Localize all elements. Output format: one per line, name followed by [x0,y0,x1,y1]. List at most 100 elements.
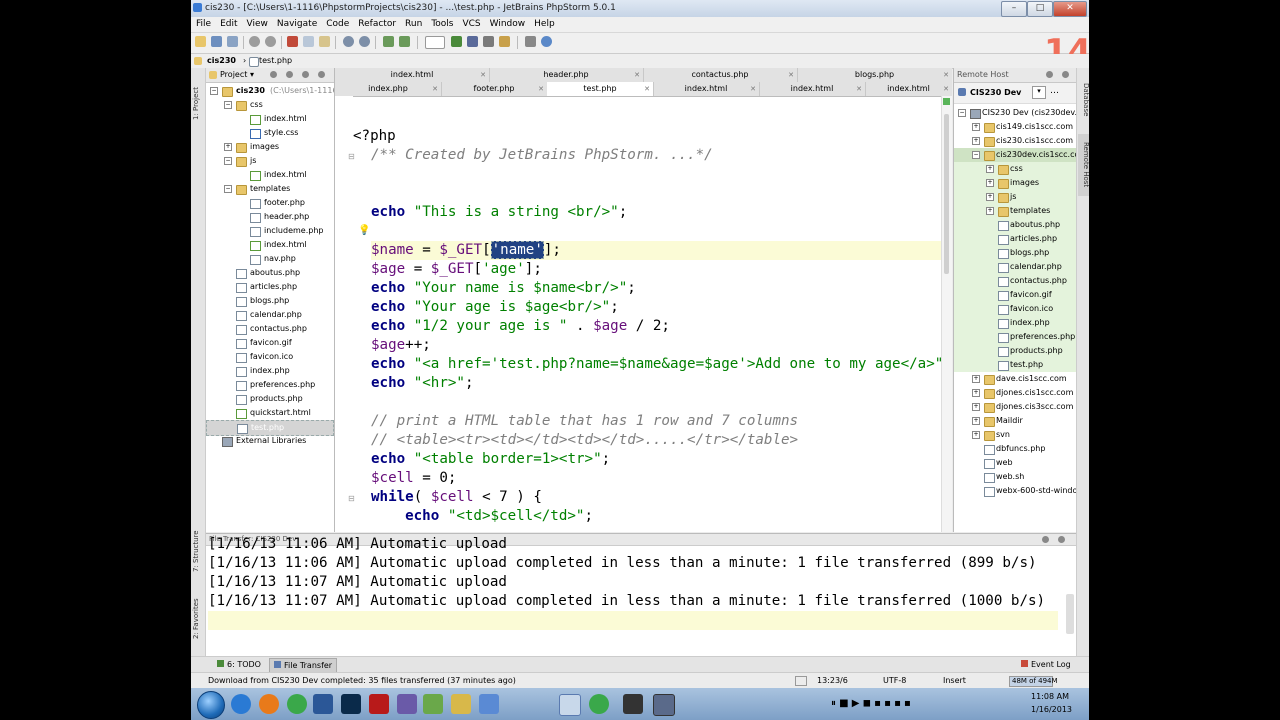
menu-vcs[interactable]: VCS [457,17,484,29]
remote-tree-item[interactable]: preferences.php [954,330,1077,344]
remote-tree-item[interactable]: + djones.cis1scc.com [954,386,1077,400]
gear-icon[interactable] [1046,71,1053,78]
collapse-icon[interactable]: − [224,185,232,193]
project-tree-item[interactable]: index.html [206,168,334,182]
flash-icon[interactable] [369,694,389,714]
project-tree-item[interactable]: − js [206,154,334,168]
hide-icon[interactable] [1058,536,1065,543]
chevron-down-icon[interactable]: ▾ [250,70,254,79]
editor-tab[interactable]: index.php ✕ [335,82,442,96]
log-scrollbar[interactable] [1066,594,1074,634]
remote-tree-item[interactable]: + djones.cis3scc.com [954,400,1077,414]
remote-tree-item[interactable]: articles.php [954,232,1077,246]
forward-icon[interactable] [399,36,410,47]
code-line[interactable] [371,184,944,203]
remote-tree-item[interactable]: − CIS230 Dev (cis230dev.cis1scc [954,106,1077,120]
settings-icon[interactable] [525,36,536,47]
phpstorm-task-icon[interactable] [653,694,675,716]
close-tab-icon[interactable]: ✕ [480,68,486,82]
close-tab-icon[interactable]: ✕ [856,82,862,96]
menu-navigate[interactable]: Navigate [272,17,321,29]
run-icon[interactable] [451,36,462,47]
project-tree-item[interactable]: includeme.php [206,224,334,238]
code-line[interactable]: $name = $_GET['name']; [371,241,944,260]
file-encoding[interactable]: UTF-8 [883,676,906,685]
remote-tree-item[interactable]: products.php [954,344,1077,358]
clock-time[interactable]: 11:08 AM [1031,692,1069,701]
hide-icon[interactable] [1062,71,1069,78]
code-area[interactable]: <?php/** Created by JetBrains PhpStorm. … [353,96,944,532]
code-line[interactable]: <?php [353,127,944,146]
tab-remote-host[interactable]: Remote Host [1078,134,1089,196]
expand-icon[interactable]: + [224,143,232,151]
remote-tree-item[interactable]: + dave.cis1scc.com [954,372,1077,386]
stop-icon[interactable] [483,36,494,47]
code-line[interactable]: /** Created by JetBrains PhpStorm. ...*/ [371,146,944,165]
breadcrumb-file[interactable]: test.php [259,56,292,65]
debug-icon[interactable] [467,36,478,47]
code-line[interactable] [371,393,944,412]
project-tree-item[interactable]: products.php [206,392,334,406]
sync-icon[interactable] [270,71,277,78]
code-line[interactable]: echo "Your age is $age<br/>"; [371,298,944,317]
paste-icon[interactable] [319,36,330,47]
remote-tree-item[interactable]: blogs.php [954,246,1077,260]
open-folder-icon[interactable] [195,36,206,47]
expand-icon[interactable]: + [972,375,980,383]
project-tree-item[interactable]: nav.php [206,252,334,266]
project-tree-item[interactable]: favicon.ico [206,350,334,364]
remote-tree-item[interactable]: + cis149.cis1scc.com [954,120,1077,134]
word-icon[interactable] [313,694,333,714]
remote-tree-item[interactable]: + Maildir [954,414,1077,428]
editor-tab[interactable]: contactus.php ✕ [643,68,798,82]
tab-database[interactable]: Database [1078,74,1089,126]
remote-tree-item[interactable]: calendar.php [954,260,1077,274]
project-tree-item[interactable]: aboutus.php [206,266,334,280]
project-tree-item[interactable]: quickstart.html [206,406,334,420]
tab-file-transfer[interactable]: File Transfer [269,658,338,673]
project-tree-item[interactable]: blogs.php [206,294,334,308]
menu-help[interactable]: Help [529,17,559,29]
help-icon[interactable] [541,36,552,47]
remote-tree-item[interactable]: contactus.php [954,274,1077,288]
expand-icon[interactable]: + [986,165,994,173]
project-tree-item[interactable]: style.css [206,126,334,140]
remote-tree-item[interactable]: + cis230.cis1scc.com [954,134,1077,148]
collapse-icon[interactable]: − [224,157,232,165]
project-tree-item[interactable]: favicon.gif [206,336,334,350]
collapse-all-icon[interactable] [286,71,293,78]
expand-icon[interactable]: + [972,431,980,439]
project-tree-item[interactable]: calendar.php [206,308,334,322]
editor-tab[interactable]: index.html ✕ [335,68,490,82]
code-line[interactable]: echo "<a href='test.php?name=$name&age=$… [371,355,944,374]
editor-tab[interactable]: index.html ✕ [865,82,952,96]
coverage-icon[interactable] [499,36,510,47]
back-icon[interactable] [383,36,394,47]
terminal-icon[interactable] [623,694,643,714]
expand-icon[interactable]: − [958,109,966,117]
gear-icon[interactable] [302,71,309,78]
remote-tree-item[interactable]: aboutus.php [954,218,1077,232]
start-button-icon[interactable] [197,691,225,719]
close-tab-icon[interactable]: ✕ [432,82,438,96]
project-tree-item[interactable]: articles.php [206,280,334,294]
tab-event-log[interactable]: Event Log [1017,658,1075,671]
editor-tab[interactable]: footer.php ✕ [441,82,548,96]
sync-icon[interactable] [227,36,238,47]
save-icon[interactable] [211,36,222,47]
editor-tab[interactable]: index.html ✕ [653,82,760,96]
close-tab-icon[interactable]: ✕ [644,82,650,96]
remote-tree-item[interactable]: − cis230dev.cis1scc.com [954,148,1077,162]
copy-icon[interactable] [303,36,314,47]
redo-icon[interactable] [265,36,276,47]
breadcrumb-project[interactable]: cis230 [207,56,236,65]
code-line[interactable]: // <table><tr><td></td><td></td>.....</t… [371,431,944,450]
memory-indicator[interactable]: 48M of 494M [1009,676,1058,687]
code-line[interactable]: while( $cell < 7 ) { [371,488,944,507]
photoshop-icon[interactable] [341,694,361,714]
close-tab-icon[interactable]: ✕ [750,82,756,96]
remote-tree-item[interactable]: + js [954,190,1077,204]
project-tree-item[interactable]: footer.php [206,196,334,210]
remote-tree-item[interactable]: web [954,456,1077,470]
maximize-button[interactable]: □ [1027,1,1053,17]
